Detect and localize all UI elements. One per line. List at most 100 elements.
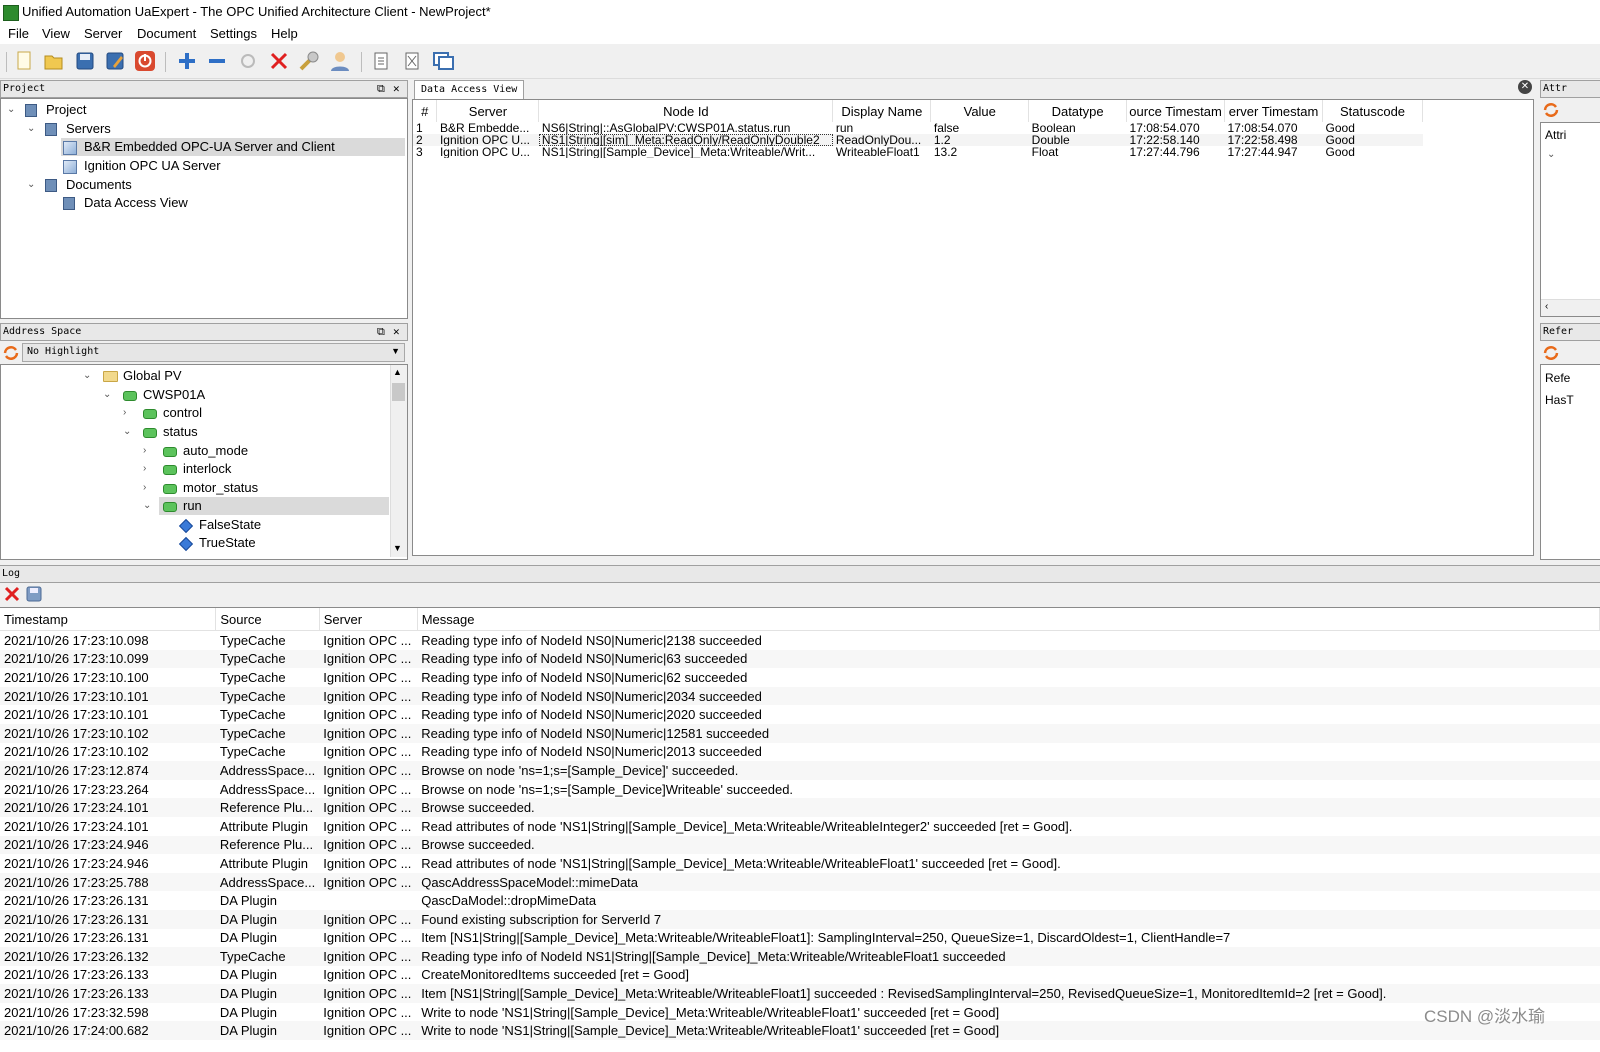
user-icon[interactable]: [329, 50, 351, 72]
column-header[interactable]: Server: [319, 608, 418, 631]
log-row[interactable]: 2021/10/26 17:23:10.102 TypeCache Ignition…: [0, 743, 1600, 762]
menu-view[interactable]: View: [42, 26, 70, 41]
chevron-down-icon[interactable]: ⌄: [83, 367, 91, 385]
close-dock-icon[interactable]: ✕: [393, 324, 400, 340]
scroll-left-icon[interactable]: ‹: [1545, 301, 1548, 312]
chevron-down-icon[interactable]: ⌄: [123, 423, 131, 441]
tree-node-control[interactable]: › control: [121, 404, 381, 422]
tree-node-servers[interactable]: ⌄ Servers: [3, 120, 403, 138]
column-header[interactable]: Node Id: [538, 100, 834, 122]
save-as-icon[interactable]: [104, 50, 126, 72]
chevron-down-icon[interactable]: ⌄: [7, 101, 15, 119]
exit-icon[interactable]: [134, 50, 156, 72]
tree-node-interlock[interactable]: › interlock: [141, 460, 381, 478]
tree-node-true-state[interactable]: TrueState: [177, 534, 377, 552]
save-log-icon[interactable]: [26, 586, 42, 602]
tree-node-run[interactable]: ⌄ run: [141, 497, 389, 515]
add-server-icon[interactable]: [176, 50, 198, 72]
chevron-right-icon[interactable]: ›: [143, 479, 146, 497]
refresh-icon[interactable]: [1542, 101, 1560, 119]
tree-node-server-br[interactable]: B&R Embedded OPC-UA Server and Client: [61, 138, 405, 156]
table-row[interactable]: 2 Ignition OPC U... NS1|String|[sim]_Met…: [413, 134, 1423, 146]
menu-settings[interactable]: Settings: [210, 26, 257, 41]
remove-server-icon[interactable]: [206, 50, 228, 72]
log-row[interactable]: 2021/10/26 17:23:24.946 Reference Plu... I…: [0, 835, 1600, 855]
column-header[interactable]: Value: [930, 100, 1030, 122]
tree-node-server-ignition[interactable]: Ignition OPC UA Server: [61, 157, 405, 175]
tree-node-motor-status[interactable]: › motor_status: [141, 479, 381, 497]
log-row[interactable]: 2021/10/26 17:23:25.788 AddressSpace... Ig…: [0, 872, 1600, 892]
table-row[interactable]: 3 Ignition OPC U... NS1|String|[Sample_D…: [413, 146, 1423, 158]
column-header[interactable]: Timestamp: [0, 608, 217, 631]
tree-node-status[interactable]: ⌄ status: [121, 423, 381, 441]
table-row[interactable]: 1 B&R Embedde... NS6|String|::AsGlobalPV…: [413, 122, 1423, 134]
chevron-down-icon[interactable]: ⌄: [1547, 149, 1555, 160]
menu-document[interactable]: Document: [137, 26, 196, 41]
chevron-down-icon[interactable]: ⌄: [103, 386, 111, 404]
log-row[interactable]: 2021/10/26 17:23:26.133 DA Plugin Ignition…: [0, 966, 1600, 985]
menu-help[interactable]: Help: [271, 26, 298, 41]
horizontal-scrollbar[interactable]: ‹: [1541, 299, 1600, 316]
scrollbar-thumb[interactable]: [392, 383, 405, 401]
clear-log-icon[interactable]: [4, 586, 20, 602]
vertical-scrollbar[interactable]: ▲ ▼: [390, 365, 407, 557]
chevron-right-icon[interactable]: ›: [123, 404, 126, 422]
column-header[interactable]: Display Name: [832, 100, 932, 122]
log-row[interactable]: 2021/10/26 17:23:26.131 DA Plugin QascDaMo…: [0, 891, 1600, 910]
chevron-down-icon[interactable]: ⌄: [27, 176, 35, 194]
document-icon[interactable]: [370, 50, 392, 72]
window-icon[interactable]: [432, 50, 454, 72]
column-header[interactable]: Datatype: [1028, 100, 1128, 122]
log-row[interactable]: 2021/10/26 17:23:23.264 AddressSpace... Ig…: [0, 780, 1600, 799]
close-dock-icon[interactable]: ✕: [393, 81, 400, 97]
log-row[interactable]: 2021/10/26 17:23:12.874 AddressSpace... Ig…: [0, 761, 1600, 780]
close-tab-icon[interactable]: ✕: [1518, 80, 1532, 94]
tree-node-data-access-view[interactable]: Data Access View: [61, 194, 405, 212]
tree-node-auto-mode[interactable]: › auto_mode: [141, 442, 381, 460]
chevron-right-icon[interactable]: ›: [143, 442, 146, 460]
menu-file[interactable]: File: [8, 26, 29, 41]
tree-node-cwsp01a[interactable]: ⌄ CWSP01A: [101, 386, 381, 404]
log-row[interactable]: 2021/10/26 17:23:10.102 TypeCache Ignition…: [0, 723, 1600, 743]
column-header[interactable]: Server: [436, 100, 540, 122]
tree-node-global-pv[interactable]: ⌄ Global PV: [81, 367, 381, 385]
tab-data-access-view[interactable]: Data Access View: [414, 80, 525, 99]
open-project-icon[interactable]: [43, 50, 65, 72]
refresh-icon[interactable]: [2, 344, 20, 362]
refresh-icon[interactable]: [1542, 344, 1560, 362]
chevron-down-icon[interactable]: ⌄: [27, 120, 35, 138]
column-header[interactable]: Statuscode: [1322, 100, 1423, 122]
log-row[interactable]: 2021/10/26 17:23:10.101 TypeCache Ignition…: [0, 705, 1600, 724]
tree-node-documents[interactable]: ⌄ Documents: [3, 176, 403, 194]
close-document-icon[interactable]: [401, 50, 423, 72]
log-row[interactable]: 2021/10/26 17:23:24.101 Attribute Plugin I…: [0, 817, 1600, 836]
log-row[interactable]: 2021/10/26 17:23:10.101 TypeCache Ignition…: [0, 686, 1600, 706]
column-header[interactable]: ource Timestam: [1126, 100, 1226, 122]
log-row[interactable]: 2021/10/26 17:24:00.682 DA Plugin Ignition…: [0, 1021, 1600, 1041]
log-row[interactable]: 2021/10/26 17:23:10.098 TypeCache Ignition…: [0, 631, 1600, 650]
log-row[interactable]: 2021/10/26 17:23:24.101 Reference Plu... I…: [0, 798, 1600, 817]
settings-wrench-icon[interactable]: [298, 50, 320, 72]
scroll-up-icon[interactable]: ▲: [393, 367, 402, 377]
log-row[interactable]: 2021/10/26 17:23:26.131 DA Plugin Ignition…: [0, 929, 1600, 948]
log-row[interactable]: 2021/10/26 17:23:26.132 TypeCache Ignition…: [0, 947, 1600, 966]
log-row[interactable]: 2021/10/26 17:23:26.133 DA Plugin Ignition…: [0, 984, 1600, 1003]
chevron-down-icon[interactable]: ⌄: [143, 497, 151, 515]
connect-icon[interactable]: [237, 50, 259, 72]
log-row[interactable]: 2021/10/26 17:23:24.946 Attribute Plugin I…: [0, 854, 1600, 873]
log-row[interactable]: 2021/10/26 17:23:32.598 DA Plugin Ignition…: [0, 1003, 1600, 1022]
highlight-select[interactable]: No Highlight ▼: [22, 343, 405, 362]
new-project-icon[interactable]: [13, 50, 35, 72]
chevron-right-icon[interactable]: ›: [143, 460, 146, 478]
scroll-down-icon[interactable]: ▼: [393, 543, 402, 553]
save-project-icon[interactable]: [74, 50, 96, 72]
float-dock-icon[interactable]: ⧉: [377, 81, 385, 97]
log-row[interactable]: 2021/10/26 17:23:10.099 TypeCache Ignition…: [0, 649, 1600, 669]
column-header[interactable]: #: [413, 100, 438, 122]
log-row[interactable]: 2021/10/26 17:23:10.100 TypeCache Ignition…: [0, 668, 1600, 687]
log-row[interactable]: 2021/10/26 17:23:26.131 DA Plugin Ignition…: [0, 909, 1600, 929]
column-header[interactable]: Source: [215, 608, 320, 631]
tree-node-project[interactable]: ⌄ Project: [3, 101, 403, 119]
column-header[interactable]: Message: [417, 608, 1600, 631]
disconnect-icon[interactable]: [268, 50, 290, 72]
